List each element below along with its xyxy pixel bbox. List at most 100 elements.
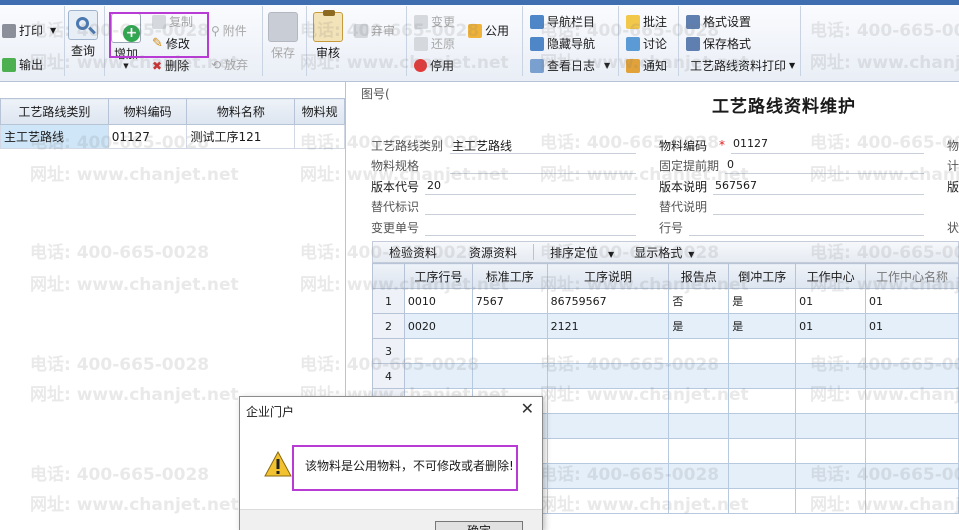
route-type-field[interactable]: 主工艺路线 bbox=[452, 137, 512, 154]
table-row[interactable]: 主工艺路线 01127 测试工序121 bbox=[0, 124, 345, 149]
grid-cell[interactable] bbox=[668, 438, 730, 464]
version-desc-field[interactable]: 567567 bbox=[715, 179, 757, 192]
table-cell[interactable]: 主工艺路线 bbox=[0, 124, 109, 149]
view-log-button[interactable]: 查看日志 ▼ bbox=[530, 57, 610, 74]
notify-button[interactable]: 通知 bbox=[626, 57, 667, 74]
delete-button[interactable]: ✖ 删除 bbox=[152, 57, 189, 74]
grid-cell[interactable] bbox=[795, 413, 867, 439]
grid-cell[interactable]: 是 bbox=[728, 288, 797, 314]
column-header[interactable]: 工作中心 bbox=[795, 263, 867, 289]
grid-cell[interactable] bbox=[546, 338, 670, 364]
grid-cell[interactable] bbox=[471, 338, 548, 364]
grid-cell[interactable]: 01 bbox=[865, 313, 959, 339]
column-header[interactable]: 物料规 bbox=[294, 98, 345, 125]
table-cell[interactable]: 测试工序121 bbox=[186, 124, 296, 149]
grid-cell[interactable] bbox=[865, 388, 959, 414]
grid-cell[interactable]: 01 bbox=[865, 288, 959, 314]
ok-button[interactable]: 确定 bbox=[435, 521, 523, 530]
resource-data-button[interactable]: 资源资料 bbox=[453, 244, 533, 261]
column-header[interactable]: 工序说明 bbox=[546, 263, 670, 289]
restore-button[interactable]: 还原 bbox=[414, 35, 455, 52]
column-header[interactable]: 物料编码 bbox=[107, 98, 188, 125]
grid-cell[interactable] bbox=[668, 488, 730, 514]
grid-cell[interactable] bbox=[546, 463, 670, 489]
grid-cell[interactable] bbox=[795, 338, 867, 364]
grid-cell[interactable] bbox=[546, 363, 670, 389]
grid-cell[interactable] bbox=[668, 363, 730, 389]
grid-cell[interactable] bbox=[728, 438, 797, 464]
grid-cell[interactable] bbox=[865, 438, 959, 464]
grid-cell[interactable] bbox=[728, 363, 797, 389]
grid-row[interactable]: 3 bbox=[372, 338, 959, 364]
grid-cell[interactable] bbox=[546, 388, 670, 414]
grid-cell[interactable] bbox=[403, 338, 473, 364]
grid-cell[interactable]: 2121 bbox=[546, 313, 670, 339]
column-header[interactable]: 工序行号 bbox=[403, 263, 473, 289]
disable-button[interactable]: 停用 bbox=[414, 57, 454, 74]
display-format-button[interactable]: 显示格式 ▼ bbox=[618, 244, 698, 261]
grid-cell[interactable] bbox=[403, 363, 473, 389]
grid-cell[interactable]: 7567 bbox=[471, 288, 548, 314]
grid-cell[interactable] bbox=[546, 438, 670, 464]
grid-cell[interactable] bbox=[795, 438, 867, 464]
grid-cell[interactable] bbox=[546, 488, 670, 514]
annotate-button[interactable]: 批注 bbox=[626, 13, 667, 30]
column-header[interactable]: 标准工序 bbox=[471, 263, 548, 289]
grid-cell[interactable] bbox=[668, 413, 730, 439]
grid-cell[interactable]: 86759567 bbox=[546, 288, 670, 314]
column-header[interactable]: 工作中心名称 bbox=[865, 263, 959, 289]
grid-row[interactable]: 4 bbox=[372, 363, 959, 389]
save-button[interactable]: 保存 bbox=[268, 12, 298, 61]
grid-cell[interactable] bbox=[728, 413, 797, 439]
grid-cell[interactable] bbox=[865, 338, 959, 364]
column-header[interactable]: 倒冲工序 bbox=[728, 263, 797, 289]
grid-cell[interactable] bbox=[795, 488, 867, 514]
grid-cell[interactable] bbox=[546, 413, 670, 439]
sort-locate-button[interactable]: 排序定位 ▼ bbox=[534, 244, 618, 261]
inspect-data-button[interactable]: 检验资料 bbox=[373, 244, 453, 261]
grid-row[interactable]: 2 0020 2121 是 是 01 01 bbox=[372, 313, 959, 339]
column-header[interactable]: 工艺路线类别 bbox=[0, 98, 109, 125]
grid-cell[interactable] bbox=[668, 463, 730, 489]
grid-row[interactable]: 1 0010 7567 86759567 否 是 01 01 bbox=[372, 288, 959, 314]
save-format-button[interactable]: 保存格式 bbox=[686, 35, 751, 52]
grid-cell[interactable] bbox=[865, 413, 959, 439]
grid-cell[interactable] bbox=[865, 363, 959, 389]
grid-cell[interactable] bbox=[795, 463, 867, 489]
grid-cell[interactable] bbox=[865, 463, 959, 489]
column-header[interactable]: 物料名称 bbox=[186, 98, 296, 125]
query-button[interactable]: 查询 bbox=[68, 10, 98, 59]
grid-cell[interactable]: 0010 bbox=[403, 288, 473, 314]
material-code-field[interactable]: 01127 bbox=[733, 137, 768, 150]
close-icon[interactable]: ✕ bbox=[521, 399, 534, 418]
grid-cell[interactable] bbox=[728, 488, 797, 514]
grid-cell[interactable]: 01 bbox=[795, 288, 867, 314]
discard-button[interactable]: ⟲ 放弃 bbox=[211, 56, 248, 73]
version-code-field[interactable]: 20 bbox=[427, 179, 441, 192]
grid-cell[interactable] bbox=[668, 338, 730, 364]
grid-cell[interactable] bbox=[728, 463, 797, 489]
fixed-lead-field[interactable]: 0 bbox=[727, 158, 734, 171]
grid-cell[interactable] bbox=[728, 338, 797, 364]
grid-cell[interactable] bbox=[471, 363, 548, 389]
discuss-button[interactable]: 讨论 bbox=[626, 35, 667, 52]
hide-nav-button[interactable]: 隐藏导航 bbox=[530, 35, 595, 52]
format-settings-button[interactable]: 格式设置 bbox=[686, 13, 751, 30]
audit-button[interactable]: 审核 bbox=[313, 10, 343, 61]
print-button[interactable]: 打印 ▼ bbox=[2, 22, 56, 39]
abandon-audit-button[interactable]: 弃审 bbox=[354, 22, 395, 39]
table-cell[interactable] bbox=[294, 124, 345, 149]
route-print-button[interactable]: 工艺路线资料打印 ▼ bbox=[690, 57, 795, 74]
change-button[interactable]: 变更 bbox=[414, 13, 455, 30]
nav-bar-button[interactable]: 导航栏目 bbox=[530, 13, 595, 30]
grid-cell[interactable] bbox=[795, 388, 867, 414]
grid-cell[interactable]: 01 bbox=[795, 313, 867, 339]
grid-cell[interactable] bbox=[471, 313, 548, 339]
grid-cell[interactable]: 0020 bbox=[403, 313, 473, 339]
grid-cell[interactable]: 否 bbox=[668, 288, 730, 314]
grid-cell[interactable]: 是 bbox=[668, 313, 730, 339]
grid-cell[interactable] bbox=[668, 388, 730, 414]
grid-cell[interactable] bbox=[728, 388, 797, 414]
table-cell[interactable]: 01127 bbox=[107, 124, 188, 149]
attach-button[interactable]: ⚲ 附件 bbox=[211, 22, 247, 39]
